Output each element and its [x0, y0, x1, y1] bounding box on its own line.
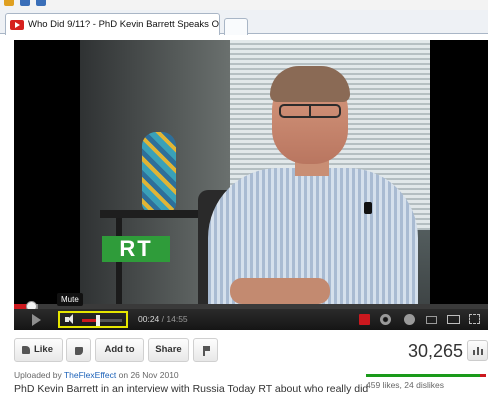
- time-display: 00:24 / 14:55: [138, 314, 188, 324]
- add-to-button[interactable]: Add to: [95, 338, 144, 362]
- thumbs-down-icon: [75, 347, 83, 355]
- volume-control[interactable]: [58, 311, 128, 328]
- tab-title: Who Did 9/11? - PhD Kevin Barrett Speaks…: [28, 19, 219, 30]
- rt-logo: RT: [102, 236, 170, 262]
- volume-knob[interactable]: [96, 315, 100, 326]
- uploaded-prefix: Uploaded by: [14, 370, 62, 380]
- toolbar-icon[interactable]: [36, 0, 46, 6]
- stats-button[interactable]: [467, 340, 488, 361]
- new-tab-button[interactable]: [224, 18, 248, 35]
- like-label: Like: [33, 344, 53, 355]
- star-icon[interactable]: [20, 0, 30, 6]
- likes-summary: 459 likes, 24 dislikes: [366, 380, 444, 390]
- dislike-button[interactable]: [66, 338, 91, 362]
- speaker-icon[interactable]: [65, 314, 73, 324]
- gear-icon[interactable]: [380, 314, 391, 325]
- like-ratio-bar: [366, 374, 486, 377]
- upload-date: on 26 Nov 2010: [118, 370, 179, 380]
- like-ratio-fill: [366, 374, 480, 377]
- volume-slider[interactable]: [82, 315, 122, 326]
- vase: [142, 132, 176, 212]
- browser-tab[interactable]: Who Did 9/11? - PhD Kevin Barrett Speaks…: [5, 13, 220, 35]
- bar-chart-icon: [473, 350, 475, 355]
- tab-strip: Who Did 9/11? - PhD Kevin Barrett Speaks…: [0, 10, 488, 35]
- current-time: 00:24: [138, 314, 160, 324]
- share-button[interactable]: Share: [148, 338, 189, 362]
- video-frame[interactable]: RT: [14, 40, 488, 304]
- lapel-mic: [364, 202, 372, 214]
- info-icon[interactable]: [404, 314, 415, 325]
- small-player-icon[interactable]: [426, 316, 437, 324]
- thumbs-up-icon: [22, 346, 30, 354]
- glasses: [279, 104, 341, 118]
- video-image: RT: [80, 40, 430, 304]
- uploader-link[interactable]: TheFlexEffect: [64, 370, 116, 380]
- mute-tooltip: Mute: [57, 293, 83, 306]
- play-icon[interactable]: [32, 314, 41, 326]
- flag-button[interactable]: [193, 338, 218, 362]
- fullscreen-icon[interactable]: [469, 314, 480, 324]
- uploader-line: Uploaded by TheFlexEffect on 26 Nov 2010: [14, 370, 179, 380]
- duration: 14:55: [166, 314, 188, 324]
- flag-icon: [203, 346, 210, 356]
- flag-icon[interactable]: [359, 314, 370, 325]
- browser-toolbar: [0, 0, 488, 10]
- player-controls: 00:24 / 14:55: [14, 309, 488, 330]
- video-description: PhD Kevin Barrett in an interview with R…: [14, 383, 369, 394]
- view-count: 30,265: [408, 341, 464, 361]
- large-player-icon[interactable]: [447, 315, 460, 324]
- like-button[interactable]: Like: [14, 338, 63, 362]
- youtube-icon: [10, 19, 24, 30]
- home-icon[interactable]: [4, 0, 14, 6]
